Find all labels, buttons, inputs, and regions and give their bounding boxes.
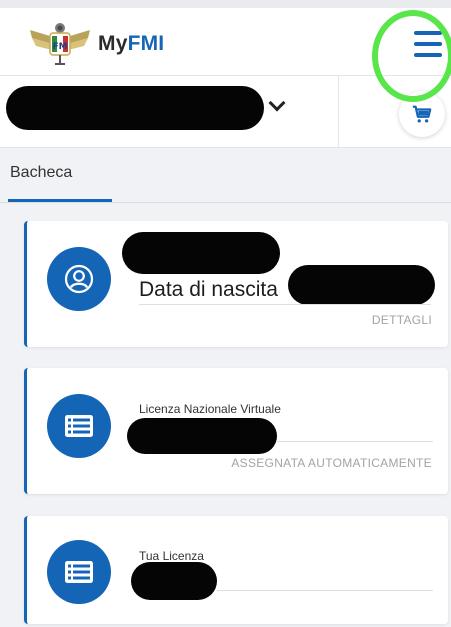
license-card-icon [47,540,111,604]
shopping-cart-icon [412,105,432,123]
field-underline [139,304,431,305]
row-divider [338,76,339,148]
profile-card[interactable]: Data di nascita DETTAGLI [24,221,448,347]
field-underline [277,441,433,442]
redacted-birthdate [288,265,435,305]
tab-bar: Bacheca [0,148,451,203]
virtual-license-title: Licenza Nazionale Virtuale [139,402,281,416]
license-card-icon [47,394,111,458]
menu-bar [414,42,442,46]
my-license-card[interactable]: Tua Licenza [24,516,448,624]
auto-assigned-status: ASSEGNATA AUTOMATICAMENTE [231,456,432,470]
active-tab-indicator [8,199,112,202]
brand-name[interactable]: MyFMI [98,32,164,56]
fmi-winged-logo-icon[interactable]: FM [28,20,92,66]
chevron-down-icon [268,94,286,112]
brand-suffix: FMI [127,32,165,55]
menu-bar [414,53,442,57]
birthdate-label: Data di nascita [139,278,278,301]
my-license-title: Tua Licenza [139,549,204,563]
menu-bar [414,31,442,35]
hamburger-menu-icon[interactable] [414,31,442,57]
field-underline [217,590,433,591]
app-header: FM MyFMI [0,8,451,76]
brand-prefix: My [98,32,128,55]
tab-bacheca[interactable]: Bacheca [10,164,72,182]
account-row [0,76,451,148]
virtual-license-card[interactable]: Licenza Nazionale Virtuale ASSEGNATA AUT… [24,368,448,494]
redacted-user-name [122,232,280,274]
redacted-account-name [6,86,264,130]
account-selector[interactable] [0,76,338,148]
shopping-cart-button[interactable] [399,91,445,137]
svg-text:FM: FM [52,42,67,52]
details-link[interactable]: DETTAGLI [372,313,432,327]
top-strip [0,0,451,8]
user-avatar-icon [47,247,111,311]
redacted-license-value [131,562,217,600]
redacted-license-number [127,418,277,454]
